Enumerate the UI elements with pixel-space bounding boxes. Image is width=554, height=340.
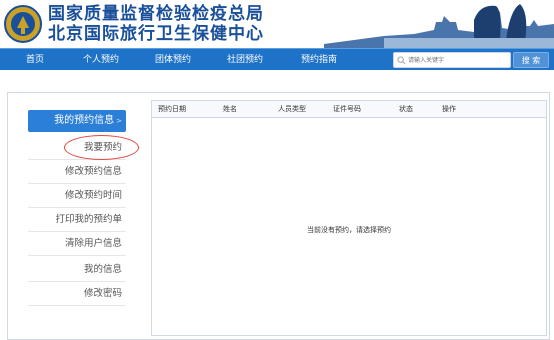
nav-society-booking[interactable]: 社团预约 xyxy=(227,49,263,71)
nav-booking-guide[interactable]: 预约指南 xyxy=(301,49,337,71)
column-header: 证件号码 xyxy=(333,105,361,113)
search-icon xyxy=(397,56,406,65)
city-skyline-icon xyxy=(324,0,554,48)
sidebar-item-my-info[interactable]: 我的信息 xyxy=(28,258,126,282)
site-header: 国家质量监督检验检疫总局 北京国际旅行卫生保健中心 xyxy=(0,0,554,48)
nav-group-booking[interactable]: 团体预约 xyxy=(155,49,191,71)
column-header: 状态 xyxy=(399,105,413,113)
table-header: 预约日期 姓名 人员类型 证件号码 状态 操作 xyxy=(152,101,546,118)
sidebar-item-edit-booking[interactable]: 修改预约信息 xyxy=(28,160,126,184)
nav-home[interactable]: 首页 xyxy=(26,49,44,71)
sidebar-item-clear-user[interactable]: 清除用户信息 xyxy=(28,232,126,256)
nav-personal-booking[interactable]: 个人预约 xyxy=(83,49,119,71)
empty-message: 当前没有预约，请选择预约 xyxy=(307,226,391,234)
search-input[interactable] xyxy=(408,53,508,67)
site-title: 国家质量监督检验检疫总局 xyxy=(48,4,264,24)
emblem-icon xyxy=(4,5,42,43)
highlight-ellipse xyxy=(64,135,139,160)
site-subtitle: 北京国际旅行卫生保健中心 xyxy=(48,24,264,44)
main-nav: 首页 个人预约 团体预约 社团预约 预约指南 搜 索 xyxy=(0,48,554,70)
sidebar-item-change-password[interactable]: 修改密码 xyxy=(28,282,126,306)
sidebar-item-label: 我的预约信息 xyxy=(54,115,115,126)
column-header: 人员类型 xyxy=(278,105,306,113)
search-button[interactable]: 搜 索 xyxy=(513,52,549,68)
column-header: 姓名 xyxy=(223,105,237,113)
sidebar-item-my-booking-info[interactable]: 我的预约信息 > xyxy=(28,110,126,132)
chevron-right-icon: > xyxy=(116,117,122,125)
search-box xyxy=(393,52,511,68)
sidebar-item-edit-time[interactable]: 修改预约时间 xyxy=(28,184,126,208)
sidebar-item-print-booking[interactable]: 打印我的预约单 xyxy=(28,208,126,232)
booking-table: 预约日期 姓名 人员类型 证件号码 状态 操作 当前没有预约，请选择预约 xyxy=(151,100,547,336)
column-header: 预约日期 xyxy=(158,105,186,113)
column-header: 操作 xyxy=(442,105,456,113)
